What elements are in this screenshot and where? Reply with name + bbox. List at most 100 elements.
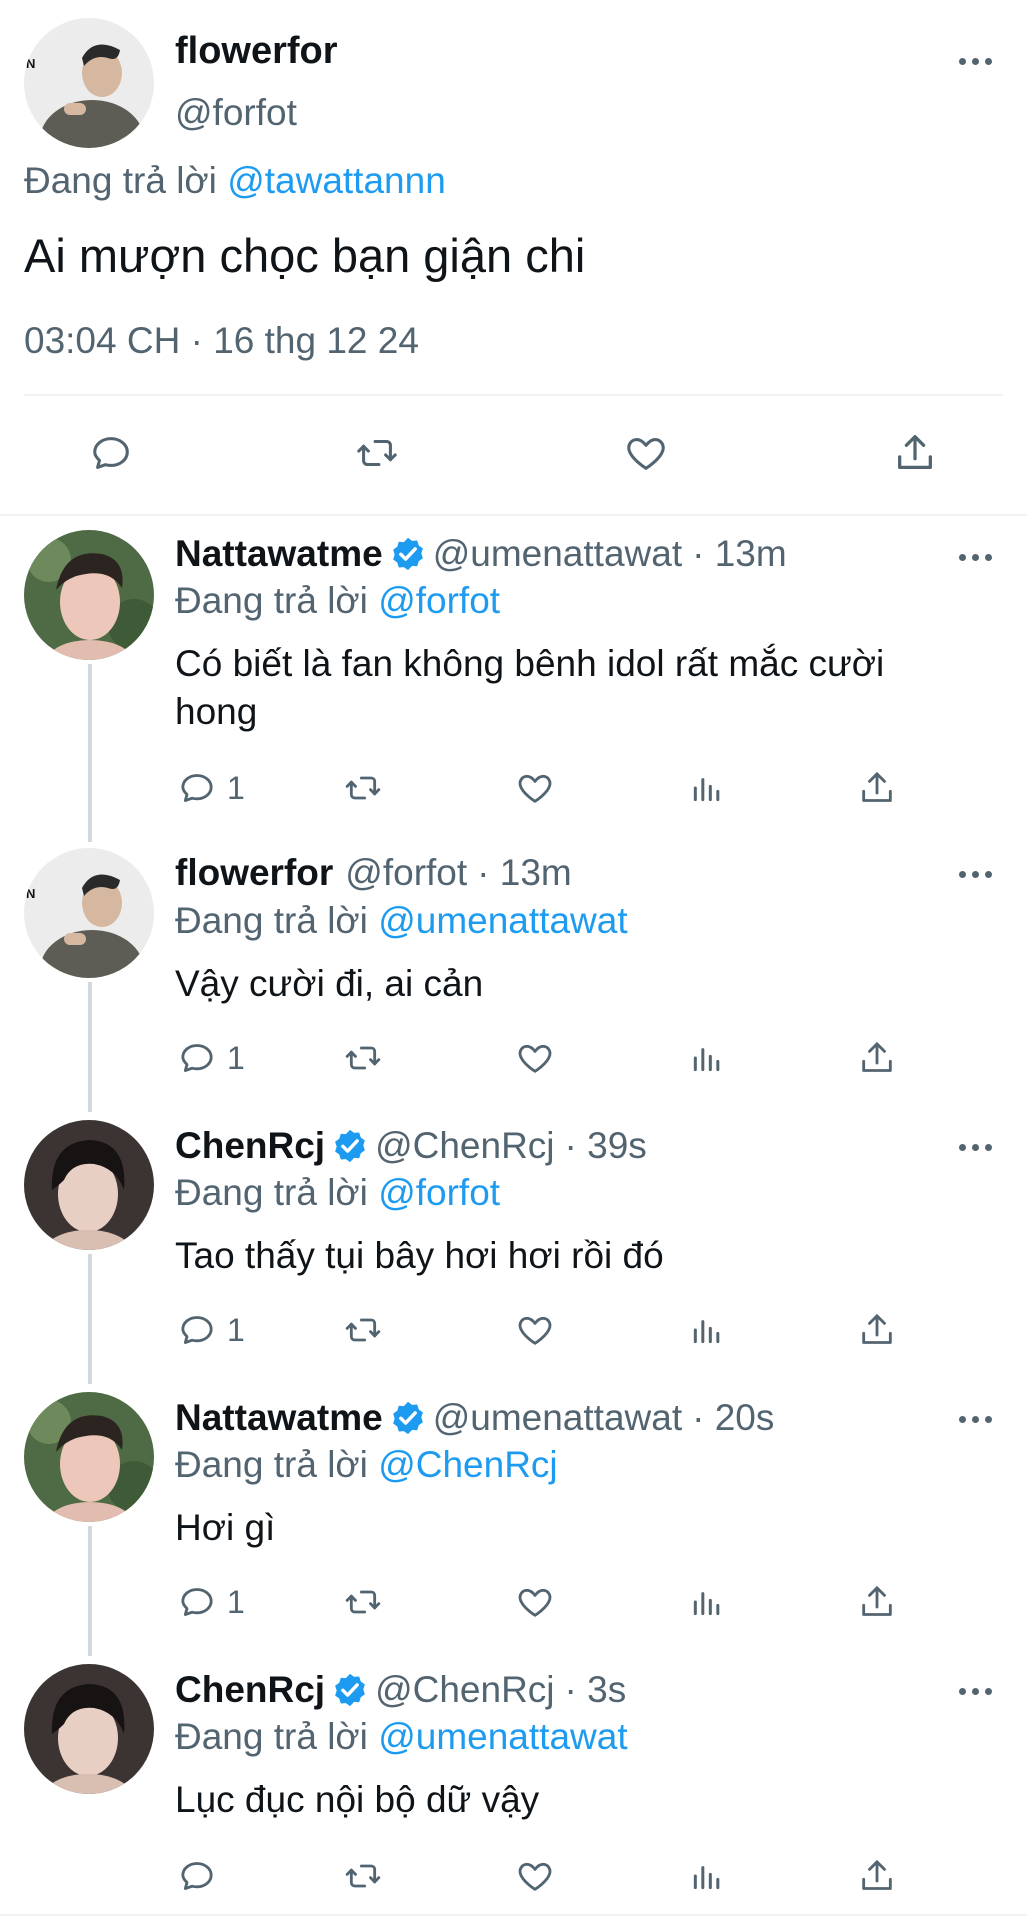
- reply-icon: [181, 774, 213, 802]
- replying-to-link[interactable]: @tawattannn: [227, 160, 446, 201]
- svg-text:N: N: [26, 886, 35, 901]
- thread-line: [88, 982, 92, 1112]
- reply-author-name[interactable]: ChenRcj: [175, 1669, 325, 1711]
- thread-line: [88, 1526, 92, 1656]
- reply-count: 1: [227, 1583, 245, 1620]
- reply-actions: 1: [175, 1033, 915, 1083]
- reply-handle[interactable]: @ChenRcj: [375, 1125, 554, 1167]
- reply-actions: 1: [175, 1577, 915, 1627]
- replying-to: Đang trả lời @umenattawat: [175, 1716, 628, 1758]
- author-name[interactable]: flowerfor: [175, 30, 338, 73]
- reply-icon: [181, 1316, 213, 1344]
- replying-prefix: Đang trả lời: [175, 1172, 368, 1213]
- more-options-icon[interactable]: [955, 864, 995, 884]
- reply-handle[interactable]: @forfot: [345, 852, 467, 894]
- reply-header: ChenRcj @ChenRcj · 39s: [175, 1125, 647, 1167]
- replying-to-link[interactable]: @umenattawat: [378, 1716, 627, 1757]
- reply-author-name[interactable]: flowerfor: [175, 852, 333, 894]
- reply-handle[interactable]: @ChenRcj: [375, 1669, 554, 1711]
- avatar-flowerfor[interactable]: N: [24, 848, 154, 978]
- share-icon[interactable]: [857, 763, 897, 813]
- replying-prefix: Đang trả lời: [175, 1716, 368, 1757]
- reply-text: Lục đục nội bộ dữ vậy: [175, 1776, 539, 1824]
- analytics-icon[interactable]: [687, 1851, 727, 1901]
- tweet-timestamp: 03:04 CH · 16 thg 12 24: [24, 320, 419, 361]
- retweet-icon[interactable]: [352, 430, 402, 481]
- like-icon[interactable]: [622, 430, 670, 481]
- share-icon[interactable]: [857, 1033, 897, 1083]
- like-icon[interactable]: [515, 1305, 555, 1355]
- reply-button[interactable]: [177, 1851, 227, 1901]
- avatar-flowerfor[interactable]: N: [24, 18, 154, 148]
- analytics-icon[interactable]: [687, 763, 727, 813]
- replying-to-link[interactable]: @forfot: [378, 1172, 500, 1213]
- share-icon[interactable]: [857, 1851, 897, 1901]
- replying-to-link[interactable]: @umenattawat: [378, 900, 627, 941]
- verified-badge-icon: [331, 1671, 369, 1709]
- reply-button[interactable]: 1: [177, 1577, 245, 1627]
- reply-time: · 3s: [564, 1669, 627, 1710]
- reply-icon[interactable]: [88, 430, 134, 481]
- reply-text-line: hong: [175, 691, 258, 732]
- reply-button[interactable]: 1: [177, 1305, 245, 1355]
- reply-author-name[interactable]: ChenRcj: [175, 1125, 325, 1167]
- like-icon[interactable]: [515, 1033, 555, 1083]
- more-options-icon[interactable]: [955, 547, 995, 567]
- reply-text-line: Hơi gì: [175, 1507, 276, 1548]
- replying-prefix: Đang trả lời: [24, 160, 217, 201]
- share-icon[interactable]: [857, 1577, 897, 1627]
- replying-to: Đang trả lời @ChenRcj: [175, 1444, 558, 1486]
- reply-author-name[interactable]: Nattawatme: [175, 533, 383, 575]
- like-icon[interactable]: [515, 1577, 555, 1627]
- reply-time: · 39s: [564, 1125, 647, 1166]
- author-handle[interactable]: @forfot: [175, 92, 297, 134]
- reply-icon: [181, 1588, 213, 1616]
- more-options-icon[interactable]: [955, 1681, 995, 1701]
- replying-to-link[interactable]: @ChenRcj: [378, 1444, 557, 1485]
- retweet-icon[interactable]: [343, 763, 383, 813]
- reply-author-name[interactable]: Nattawatme: [175, 1397, 383, 1439]
- reply-time: · 13m: [692, 533, 787, 574]
- retweet-icon[interactable]: [343, 1305, 383, 1355]
- reply-text: Có biết là fan không bênh idol rất mắc c…: [175, 640, 884, 736]
- replying-to-link[interactable]: @forfot: [378, 580, 500, 621]
- avatar-nattawatme[interactable]: [24, 530, 154, 660]
- reply-count: 1: [227, 1039, 245, 1076]
- retweet-icon[interactable]: [343, 1851, 383, 1901]
- svg-text:N: N: [26, 56, 35, 71]
- divider: [24, 394, 1003, 396]
- retweet-icon[interactable]: [343, 1033, 383, 1083]
- replying-prefix: Đang trả lời: [175, 580, 368, 621]
- reply-count: 1: [227, 1311, 245, 1348]
- reply-button[interactable]: 1: [177, 763, 245, 813]
- like-icon[interactable]: [515, 1851, 555, 1901]
- analytics-icon[interactable]: [687, 1577, 727, 1627]
- reply-text: Vậy cười đi, ai cản: [175, 960, 483, 1008]
- reply-handle[interactable]: @umenattawat: [433, 533, 682, 575]
- replying-prefix: Đang trả lời: [175, 900, 368, 941]
- reply-text-line: Có biết là fan không bênh idol rất mắc c…: [175, 643, 885, 684]
- analytics-icon[interactable]: [687, 1033, 727, 1083]
- replying-prefix: Đang trả lời: [175, 1444, 368, 1485]
- more-options-icon[interactable]: [955, 1409, 995, 1429]
- more-options-icon[interactable]: [955, 51, 995, 71]
- reply-handle[interactable]: @umenattawat: [433, 1397, 682, 1439]
- avatar-chenrcj[interactable]: [24, 1120, 154, 1250]
- like-icon[interactable]: [515, 763, 555, 813]
- retweet-icon[interactable]: [343, 1577, 383, 1627]
- reply-button[interactable]: 1: [177, 1033, 245, 1083]
- more-options-icon[interactable]: [955, 1137, 995, 1157]
- thread-line: [88, 1254, 92, 1384]
- avatar-nattawatme[interactable]: [24, 1392, 154, 1522]
- share-icon[interactable]: [892, 430, 938, 481]
- reply-text: Tao thấy tụi bây hơi hơi rồi đó: [175, 1232, 664, 1280]
- reply-header: ChenRcj @ChenRcj · 3s: [175, 1669, 626, 1711]
- reply-text-line: Tao thấy tụi bây hơi hơi rồi đó: [175, 1235, 664, 1276]
- analytics-icon[interactable]: [687, 1305, 727, 1355]
- reply-text-line: Vậy cười đi, ai cản: [175, 963, 484, 1004]
- reply-actions: 1: [175, 763, 915, 813]
- avatar-chenrcj[interactable]: [24, 1664, 154, 1794]
- share-icon[interactable]: [857, 1305, 897, 1355]
- reply-actions: [175, 1851, 915, 1901]
- reply-actions: 1: [175, 1305, 915, 1355]
